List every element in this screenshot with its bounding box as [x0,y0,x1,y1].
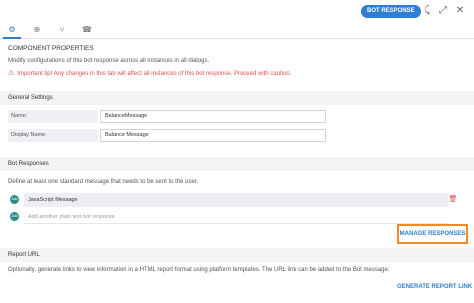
tab-connections[interactable]: ⑂ [53,23,71,37]
display-name-field-row: Display Name: Balance Message [8,129,326,142]
phone-icon: ☎ [82,25,92,34]
display-name-label: Display Name: [8,129,98,142]
name-label: Name: [8,110,98,123]
response-text[interactable]: JavaScript Message [24,193,448,207]
close-icon[interactable]: ✕ [454,5,466,17]
name-field-row: Name: BalanceMessage [8,110,326,123]
bot-responses-description: Define at least one standard message tha… [8,179,199,185]
tab-add[interactable]: ⊕ [28,23,46,37]
tab-settings[interactable]: ⚙ [3,23,21,39]
report-url-header: Report URL [0,248,474,262]
add-response-avatar: Add [10,212,19,221]
response-item[interactable]: Add JavaScript Message [8,193,448,207]
name-input[interactable]: BalanceMessage [100,110,326,123]
bot-response-badge: BOT RESPONSE [361,5,421,18]
gear-icon: ⚙ [8,25,16,34]
component-properties-title: COMPONENT PROPERTIES [8,45,94,52]
general-settings-header: General Settings [0,91,474,105]
add-response-input[interactable]: Add another plain text bot response [24,210,448,224]
trash-icon[interactable]: 🗑 [448,195,458,205]
warning-icon: ⚠ [8,70,15,77]
collapse-icon[interactable]: ⤹ [421,5,433,17]
panel-header: BOT RESPONSE ⤹ ⤢ ✕ [0,0,474,22]
plus-circle-icon: ⊕ [33,25,41,34]
manage-responses-button[interactable]: MANAGE RESPONSES [397,224,468,244]
expand-icon[interactable]: ⤢ [437,5,449,17]
tab-voice[interactable]: ☎ [78,23,96,37]
branch-icon: ⑂ [59,25,65,34]
tab-bar: ⚙ ⊕ ⑂ ☎ [0,22,474,39]
important-tip: ⚠ Important tip! Any changes in this tab … [8,69,291,77]
add-response-row[interactable]: Add Add another plain text bot response [8,210,448,224]
tip-text: Important tip! Any changes in this tab w… [17,71,292,77]
report-url-description: Optionally, generate links to view infor… [8,267,390,273]
bot-responses-header: Bot Responses [0,157,474,171]
generate-report-link[interactable]: GENERATE REPORT LINK [397,284,472,290]
component-description: Modify configurations of this bot respon… [8,58,210,64]
display-name-input[interactable]: Balance Message [100,129,326,142]
response-avatar: Add [10,195,19,204]
